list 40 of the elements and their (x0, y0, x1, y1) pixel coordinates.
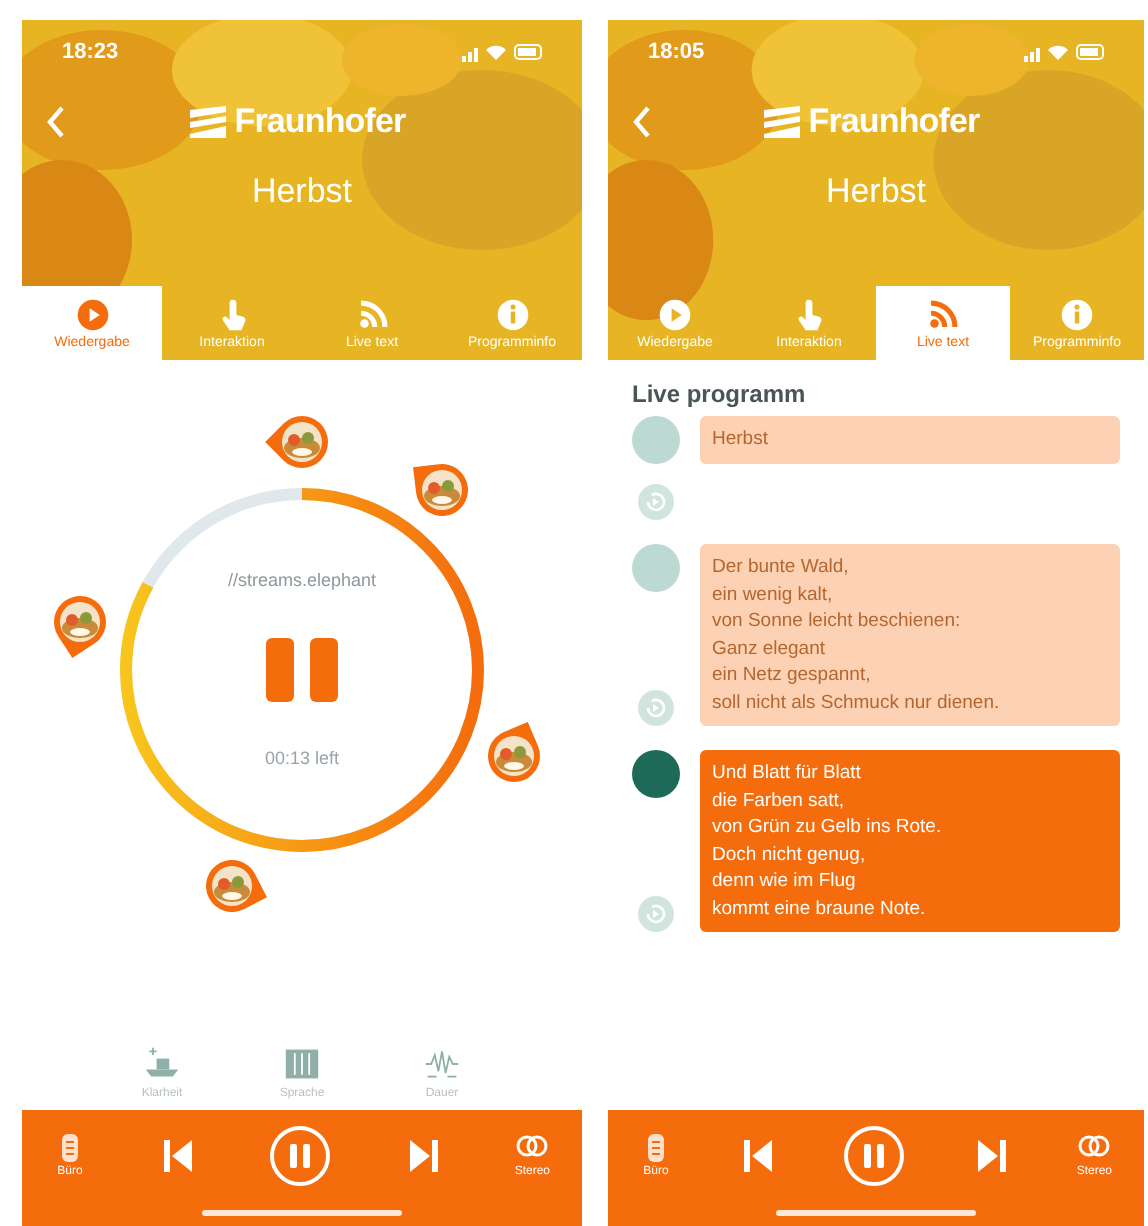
text-bubble: Und Blatt für Blatt die Farben satt, von Grün zu Gelb ins Rote. Doch nicht genug, denn wie im Flug kommt eine braune Note. (700, 750, 1120, 932)
pause-icon[interactable] (268, 1124, 333, 1188)
rss-icon (926, 297, 960, 331)
waveform-icon (422, 1046, 462, 1082)
skip-back-icon[interactable] (161, 1138, 194, 1174)
info-icon (1060, 297, 1094, 331)
play-icon (75, 297, 109, 331)
skip-forward-icon[interactable] (975, 1138, 1008, 1174)
section-heading: Live programm (632, 378, 808, 412)
stream-address: //streams.elephant (227, 567, 377, 594)
logo-icon (764, 106, 801, 138)
brand-name: Fraunhofer (234, 100, 406, 145)
status-time: 18:05 (648, 37, 705, 68)
text-bubble: Der bunte Wald, ein wenig kalt, von Sonne leicht beschienen: Ganz elegant ein Netz gespannt, soll nicht als Schmuck nur dienen. (700, 544, 1120, 726)
skip-forward-icon[interactable] (407, 1138, 440, 1174)
rings-icon (1078, 1130, 1111, 1162)
boat-icon (142, 1046, 182, 1082)
screen-title: Herbst (249, 170, 355, 214)
play-icon (658, 297, 692, 331)
pause-button[interactable] (266, 638, 338, 702)
screen-title: Herbst (823, 170, 929, 214)
wifi-icon (1048, 44, 1068, 60)
brand-name: Fraunhofer (808, 100, 980, 145)
time-remaining: 00:13 left (264, 746, 340, 772)
logo-icon (190, 106, 227, 138)
signal-icon (1024, 43, 1040, 61)
battery-icon (514, 44, 542, 60)
equalizer-icon (282, 1046, 322, 1082)
status-time: 18:23 (62, 37, 119, 68)
back-icon[interactable] (632, 106, 652, 138)
rss-icon (355, 297, 389, 331)
battery-icon (1076, 44, 1104, 60)
back-icon[interactable] (46, 106, 66, 138)
skip-back-icon[interactable] (741, 1138, 774, 1174)
rings-icon (516, 1130, 549, 1162)
text-bubble: Herbst (700, 416, 1120, 463)
pause-icon[interactable] (842, 1124, 907, 1188)
wifi-icon (486, 44, 506, 60)
signal-icon (462, 43, 478, 61)
info-icon (495, 297, 529, 331)
